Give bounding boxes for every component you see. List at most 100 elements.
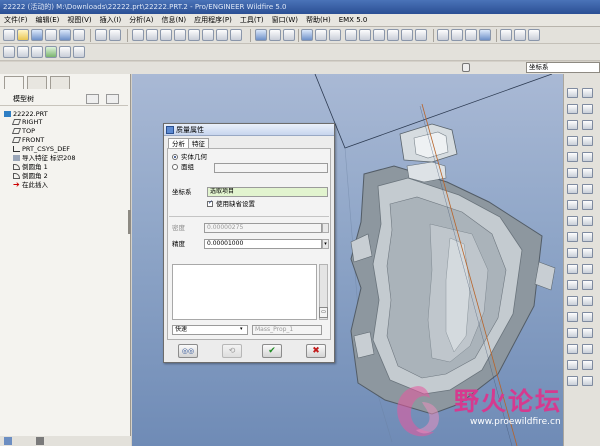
results-area[interactable] [172, 264, 317, 320]
mode-select[interactable]: 快速 [172, 325, 248, 335]
datum-point-tool-icon[interactable] [567, 104, 578, 114]
undo-icon[interactable] [95, 29, 107, 41]
menu-analysis[interactable]: 分析(A) [125, 15, 157, 25]
boundary-tool-icon[interactable] [582, 312, 593, 322]
display-planes-icon[interactable] [500, 29, 512, 41]
thicken-tool-icon[interactable] [582, 248, 593, 258]
repeat-button[interactable]: ⟲ [222, 344, 242, 358]
datum-plane-tool-icon[interactable] [567, 88, 578, 98]
tree-show-icon[interactable] [106, 94, 119, 104]
tree-settings-icon[interactable] [86, 94, 99, 104]
display-points-icon[interactable] [528, 29, 540, 41]
intersect-tool-icon[interactable] [567, 280, 578, 290]
solidify-tool-icon[interactable] [567, 264, 578, 274]
select-icon[interactable] [202, 29, 214, 41]
sweep-tool-icon[interactable] [567, 152, 578, 162]
filter-icon[interactable] [462, 63, 470, 72]
preview-button[interactable]: ◎◎ [178, 344, 198, 358]
view-manager-icon[interactable] [415, 29, 427, 41]
zoom-icon[interactable] [73, 29, 85, 41]
print-icon[interactable] [45, 29, 57, 41]
mirror-tool-icon[interactable] [582, 216, 593, 226]
zoom-in-icon[interactable] [345, 29, 357, 41]
toroidal-tool-icon[interactable] [582, 344, 593, 354]
mode-dropdown-icon[interactable]: ▾ [240, 326, 243, 332]
variable-section-tool-icon[interactable] [567, 328, 578, 338]
cut-icon[interactable] [132, 29, 144, 41]
paste-special-icon[interactable] [174, 29, 186, 41]
hole-tool-icon[interactable] [567, 168, 578, 178]
accuracy-dropdown-icon[interactable]: ▾ [322, 239, 329, 249]
datum-csys-tool-icon[interactable] [582, 104, 593, 114]
menu-file[interactable]: 文件(F) [0, 15, 32, 25]
model-icon[interactable] [45, 46, 57, 58]
menu-window[interactable]: 窗口(W) [268, 15, 302, 25]
wireframe-icon[interactable] [437, 29, 449, 41]
tab-folder-browser[interactable] [27, 76, 47, 89]
tree-item-csys[interactable]: PRT_CSYS_DEF [13, 145, 70, 153]
hidden-line-icon[interactable] [451, 29, 463, 41]
shading-icon[interactable] [329, 29, 341, 41]
panel-splitter[interactable] [128, 210, 131, 234]
tab-favorites[interactable] [50, 76, 70, 89]
project-tool-icon[interactable] [582, 280, 593, 290]
spinal-tool-icon[interactable] [567, 360, 578, 370]
menu-view[interactable]: 视图(V) [63, 15, 95, 25]
radio-solid-geometry[interactable] [172, 154, 178, 160]
spin-icon[interactable] [3, 46, 15, 58]
round-tool-icon[interactable] [582, 168, 593, 178]
blend-tool-icon[interactable] [582, 152, 593, 162]
fill-tool-icon[interactable] [567, 296, 578, 306]
coord-select-field[interactable]: 选取项目 [207, 187, 328, 197]
tree-item-round-1[interactable]: 倒圆角 1 [13, 163, 48, 171]
tree-item-insert-here[interactable]: ➔ 在此插入 [13, 181, 48, 190]
regenerate-icon[interactable] [216, 29, 228, 41]
email-icon[interactable] [59, 29, 71, 41]
pattern-tool-icon[interactable] [567, 216, 578, 226]
spin-center-icon[interactable] [315, 29, 327, 41]
pan-icon[interactable] [17, 46, 29, 58]
tree-item-top[interactable]: TOP [11, 127, 35, 135]
save-icon[interactable] [31, 29, 43, 41]
shell-tool-icon[interactable] [567, 184, 578, 194]
radio-quilt[interactable] [172, 164, 178, 170]
find-icon[interactable] [230, 29, 242, 41]
tree-item-import[interactable]: 导入特征 标识208 [13, 154, 75, 162]
tree-item-right[interactable]: RIGHT [11, 118, 42, 126]
ok-button[interactable]: ✔ [262, 344, 282, 358]
menu-applications[interactable]: 应用程序(P) [190, 15, 236, 25]
curve-tool-icon[interactable] [582, 120, 593, 130]
menu-edit[interactable]: 编辑(E) [32, 15, 64, 25]
reorient-icon[interactable] [387, 29, 399, 41]
analysis-name-field[interactable]: Mass_Prop_1 [252, 325, 322, 335]
tree-item-round-2[interactable]: 倒圆角 2 [13, 172, 48, 180]
csys-icon[interactable] [59, 46, 71, 58]
merge-tool-icon[interactable] [567, 232, 578, 242]
rib-tool-icon[interactable] [582, 184, 593, 194]
menu-emx[interactable]: EMX 5.0 [335, 16, 372, 24]
helical-tool-icon[interactable] [582, 328, 593, 338]
redo-icon[interactable] [109, 29, 121, 41]
new-icon[interactable] [3, 29, 15, 41]
refit-icon[interactable] [373, 29, 385, 41]
layer-icon[interactable] [269, 29, 281, 41]
datum-axis-tool-icon[interactable] [582, 88, 593, 98]
cosmetic-tool-icon[interactable] [567, 344, 578, 354]
context-help-icon[interactable] [73, 46, 85, 58]
model-display-icon[interactable] [255, 29, 267, 41]
tab-feature[interactable]: 特征 [188, 138, 209, 148]
density-dropdown-icon[interactable] [322, 223, 329, 233]
wrench-icon[interactable] [36, 437, 44, 445]
status-icon[interactable] [4, 437, 12, 445]
zoom-out-icon[interactable] [359, 29, 371, 41]
accuracy-field[interactable]: 0.00001000 [204, 239, 322, 249]
menu-info[interactable]: 信息(N) [157, 15, 190, 25]
tab-analysis[interactable]: 分析 [168, 138, 189, 148]
revolve-tool-icon[interactable] [582, 136, 593, 146]
checkbox-default-settings[interactable] [207, 199, 213, 207]
menu-help[interactable]: 帮助(H) [302, 15, 335, 25]
extrude-tool-icon[interactable] [567, 136, 578, 146]
density-field[interactable]: 0.00000275 [204, 223, 322, 233]
display-axes-icon[interactable] [514, 29, 526, 41]
open-icon[interactable] [17, 29, 29, 41]
